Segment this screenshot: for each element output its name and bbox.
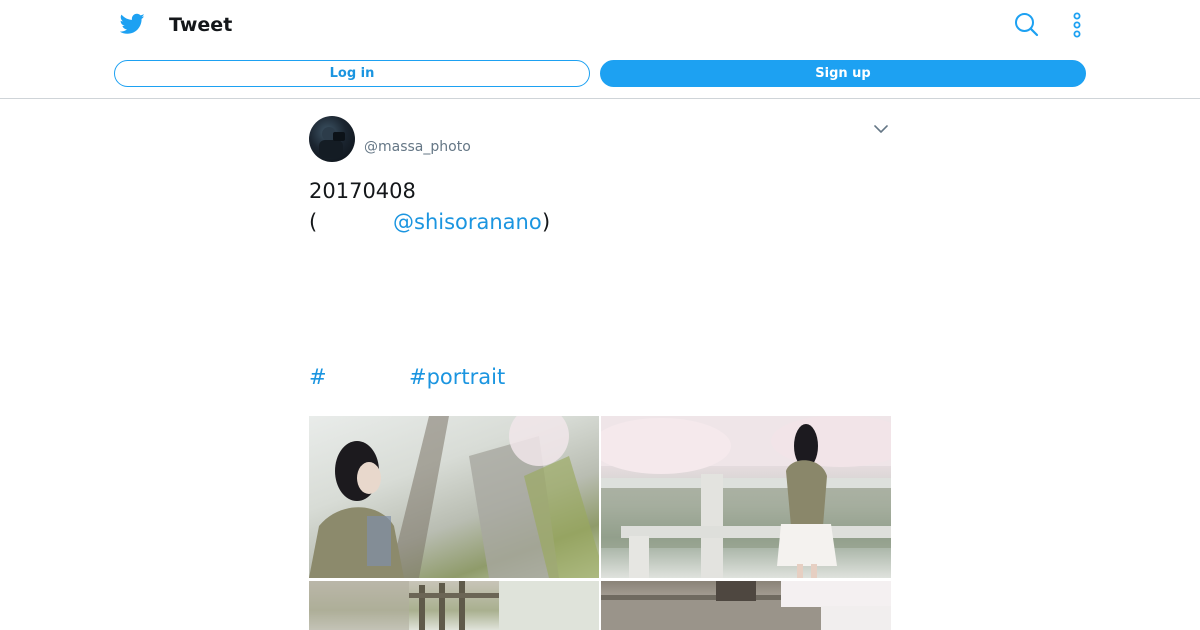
signup-button[interactable]: Sign up	[600, 60, 1086, 87]
mention-link[interactable]: @shisoranano	[393, 209, 542, 235]
avatar[interactable]	[309, 116, 355, 162]
tweet-text-date: 20170408	[309, 179, 416, 203]
top-header: Tweet Log in Sign up	[0, 0, 1200, 99]
chevron-down-icon[interactable]	[872, 120, 890, 138]
tweet-text-close-paren: )	[542, 210, 551, 234]
page-title: Tweet	[169, 14, 233, 36]
login-button[interactable]: Log in	[114, 60, 590, 87]
hashtag-portrait-link[interactable]: #portrait	[409, 364, 505, 390]
tweet-author-handle[interactable]: @massa_photo	[364, 137, 471, 157]
tweet-text-open-paren: (	[309, 210, 318, 234]
search-icon[interactable]	[1014, 12, 1039, 37]
twitter-bird-icon[interactable]	[120, 13, 145, 35]
hashtag-link[interactable]: #	[309, 364, 327, 390]
more-vertical-icon[interactable]	[1068, 12, 1086, 38]
tweet-photo[interactable]	[309, 416, 599, 578]
tweet-photo[interactable]	[601, 581, 891, 630]
tweet-photo[interactable]	[601, 416, 891, 578]
tweet-photo[interactable]	[309, 581, 599, 630]
